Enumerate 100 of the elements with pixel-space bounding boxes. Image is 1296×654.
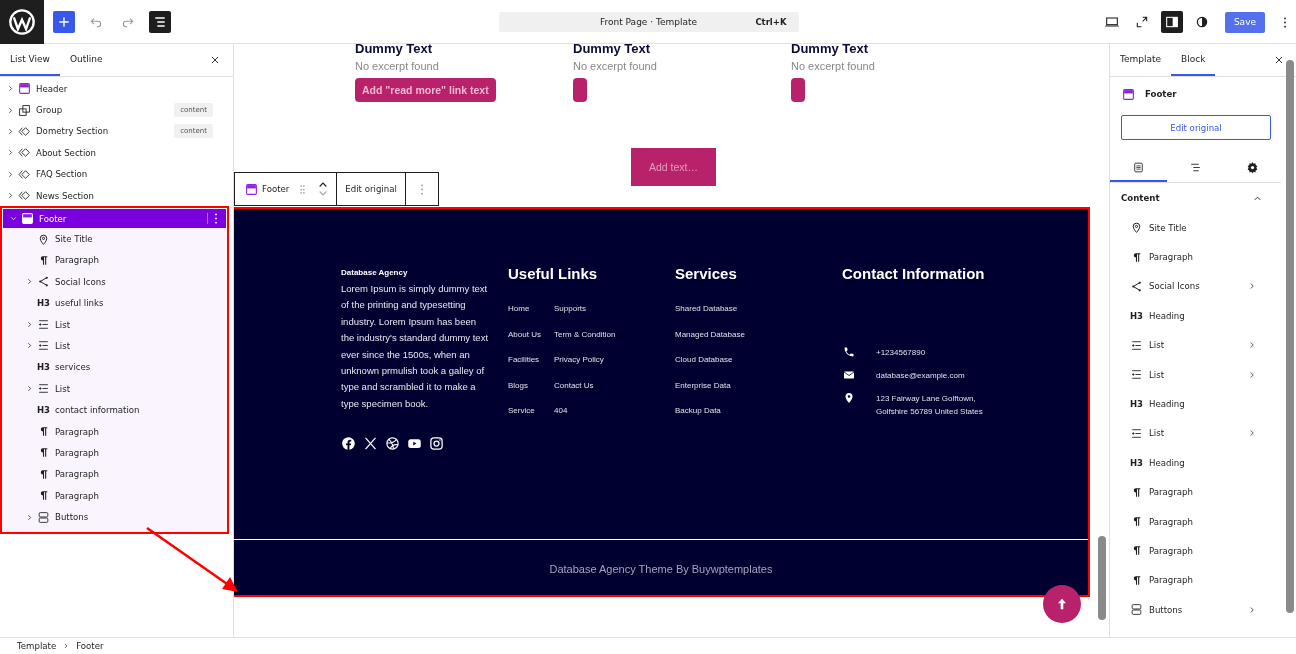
content-block-item[interactable]: Paragraph	[1110, 242, 1281, 272]
more-options-icon[interactable]	[207, 213, 218, 225]
nav-link[interactable]: About Us	[508, 329, 554, 355]
close-icon[interactable]	[1273, 54, 1285, 66]
list-view-item[interactable]: List	[3, 335, 226, 357]
facebook-icon[interactable]	[341, 436, 356, 452]
content-block-item[interactable]: List	[1110, 359, 1281, 390]
list-view-item[interactable]: Social Icons	[3, 271, 226, 293]
list-view-item[interactable]: News Section	[0, 184, 233, 207]
x-icon[interactable]	[363, 436, 378, 452]
footer-heading: Contact Information	[842, 265, 986, 282]
content-block-item[interactable]: Social Icons	[1110, 271, 1281, 302]
site-logo[interactable]	[0, 0, 44, 44]
list-view-item[interactable]: H3 useful links	[3, 292, 226, 314]
content-block-item[interactable]: Buttons	[1110, 595, 1281, 625]
camera-icon[interactable]	[429, 436, 444, 452]
list-icon	[37, 318, 50, 332]
nav-link[interactable]: Blogs	[508, 380, 554, 406]
nav-link[interactable]: Term & Condition	[554, 329, 616, 355]
breadcrumb-link[interactable]: Footer	[76, 641, 104, 651]
desktop-icon[interactable]	[1103, 14, 1120, 30]
chevron-icon[interactable]	[25, 277, 34, 287]
breadcrumb-link[interactable]: Template	[17, 641, 57, 651]
list-view-item[interactable]: Paragraph	[3, 463, 226, 486]
read-more-button[interactable]: Add "read more" link text	[355, 78, 496, 102]
chevron-icon[interactable]	[25, 384, 34, 394]
list-view-item[interactable]: Site Title	[3, 228, 226, 250]
document-title: Front Page · Template	[599, 17, 698, 27]
chevron-icon[interactable]	[25, 320, 34, 330]
chevron-icon[interactable]	[6, 169, 15, 179]
content-block-item[interactable]: H3 Heading	[1110, 389, 1281, 419]
menu-link[interactable]: Cloud Database	[675, 355, 842, 381]
content-block-item[interactable]: H3 Heading	[1110, 301, 1281, 331]
chevron-icon[interactable]	[6, 148, 15, 158]
list-view-item[interactable]: List	[3, 378, 226, 400]
close-icon[interactable]	[209, 54, 221, 66]
list-view-item[interactable]: H3 contact information	[3, 399, 226, 421]
panel-tab[interactable]: Block	[1171, 44, 1216, 76]
content-block-item[interactable]: Paragraph	[1110, 477, 1281, 507]
content-block-item[interactable]: Paragraph	[1110, 536, 1281, 566]
list-view-item[interactable]: FAQ Section	[0, 163, 233, 185]
add-block-button[interactable]	[53, 11, 75, 33]
heading-level-label: H3	[37, 362, 52, 373]
edit-original-button[interactable]: Edit original	[1121, 115, 1271, 140]
nav-link[interactable]: 404	[554, 406, 616, 432]
list-view-item[interactable]: Paragraph	[3, 249, 226, 272]
more-options-icon[interactable]	[1283, 16, 1287, 28]
list-view-item[interactable]: Paragraph	[3, 420, 226, 443]
list-view-item[interactable]: Paragraph	[3, 442, 226, 464]
list-view-item[interactable]: Header	[0, 78, 233, 100]
list-view-item[interactable]: Paragraph	[3, 485, 226, 507]
nav-link[interactable]: Facilities	[508, 355, 554, 381]
content-block-item[interactable]: List	[1110, 330, 1281, 360]
read-more-button[interactable]	[573, 78, 587, 102]
menu-link[interactable]: Shared Database	[675, 304, 842, 330]
contact-text: +1234567890	[876, 347, 926, 359]
list-view-item[interactable]: About Section	[0, 142, 233, 164]
nav-link[interactable]: Privacy Policy	[554, 355, 616, 381]
content-block-item[interactable]: List	[1110, 418, 1281, 449]
nav-link[interactable]: Supports	[554, 304, 616, 330]
basketball-icon[interactable]	[385, 436, 400, 452]
share-icon	[1130, 279, 1143, 293]
list-view-item[interactable]: Footer	[3, 209, 226, 229]
move-up-down-icon[interactable]	[318, 180, 329, 198]
content-block-item[interactable]: H3 Heading	[1110, 448, 1281, 478]
menu-link[interactable]: Backup Data	[675, 406, 842, 432]
map-pin-icon	[1130, 221, 1143, 235]
list-view-item[interactable]: Buttons	[3, 506, 226, 528]
edit-original-button[interactable]: Edit original	[337, 173, 406, 205]
shortcut-label: Ctrl+K	[755, 17, 787, 27]
layout-icon	[1122, 87, 1135, 101]
menu-link[interactable]: Enterprise Data	[675, 380, 842, 406]
save-button[interactable]: Save	[1224, 11, 1265, 33]
chevron-icon[interactable]	[6, 84, 15, 94]
settings-sidebar-button[interactable]	[1160, 11, 1183, 33]
phone-icon	[843, 346, 855, 358]
chevron-icon[interactable]	[25, 512, 34, 522]
read-more-button[interactable]	[791, 78, 805, 102]
document-overview-button[interactable]	[149, 11, 171, 33]
chevron-icon[interactable]	[25, 341, 34, 351]
chevron-icon[interactable]	[6, 191, 15, 201]
scroll-to-top-button[interactable]	[1043, 585, 1081, 623]
nav-link[interactable]: Contact Us	[554, 380, 616, 406]
panel-tab[interactable]: List View	[0, 44, 60, 76]
section-title: Content	[1121, 193, 1160, 203]
nav-link[interactable]: Home	[508, 304, 554, 330]
list-view-item[interactable]: List	[3, 313, 226, 336]
chevron-icon[interactable]	[6, 105, 15, 115]
layout-icon	[245, 182, 258, 196]
panel-tab[interactable]: Template	[1110, 44, 1172, 76]
list-view-item[interactable]: H3 services	[3, 356, 226, 379]
content-block-item[interactable]: Site Title	[1110, 213, 1281, 243]
panel-tab[interactable]: Outline	[59, 44, 113, 76]
command-bar[interactable]: Front Page · Template Ctrl+K	[498, 12, 799, 32]
content-block-item[interactable]: Paragraph	[1110, 506, 1281, 537]
chevron-icon[interactable]	[6, 126, 15, 136]
content-block-item[interactable]: Paragraph	[1110, 565, 1281, 596]
menu-link[interactable]: Managed Database	[675, 329, 842, 355]
nav-link[interactable]: Service	[508, 406, 554, 432]
drag-handle-icon[interactable]	[299, 183, 307, 195]
